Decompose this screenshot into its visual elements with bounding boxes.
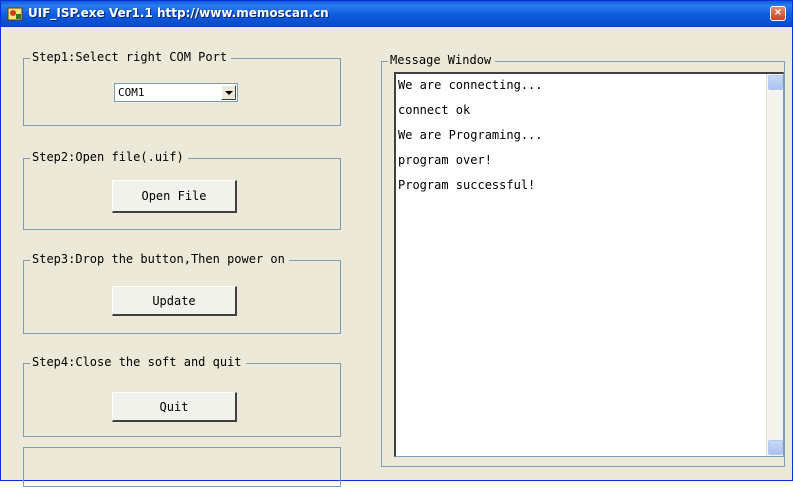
message-line: We are connecting... [398, 78, 543, 92]
message-scrollbar[interactable] [766, 74, 783, 456]
update-button[interactable]: Update [112, 286, 237, 316]
com-port-value: COM1 [118, 86, 145, 99]
app-icon [7, 7, 23, 21]
title-bar[interactable]: UIF_ISP.exe Ver1.1 http://www.memoscan.c… [1, 1, 792, 27]
com-port-select[interactable]: COM1 [114, 83, 238, 102]
close-icon: × [773, 7, 783, 18]
scroll-down-icon[interactable] [768, 440, 783, 455]
message-list[interactable]: We are connecting... connect ok We are P… [394, 72, 784, 457]
open-file-button[interactable]: Open File [112, 180, 237, 213]
client-area: Step1:Select right COM Port COM1 Step2:O… [5, 27, 788, 487]
message-line: We are Programing... [398, 128, 543, 142]
status-group [23, 447, 341, 487]
step2-legend: Step2:Open file(.uif) [30, 150, 188, 164]
chevron-down-icon [225, 91, 233, 95]
step4-group: Step4:Close the soft and quit Quit [23, 355, 341, 437]
step2-group: Step2:Open file(.uif) Open File [23, 150, 341, 230]
message-line: connect ok [398, 103, 471, 117]
message-window-legend: Message Window [388, 53, 496, 67]
com-port-dropdown-button[interactable] [221, 85, 236, 100]
message-line: Program successful! [398, 178, 536, 192]
step1-legend: Step1:Select right COM Port [30, 50, 232, 64]
step1-group: Step1:Select right COM Port COM1 [23, 50, 341, 126]
message-window-group: Message Window We are connecting... conn… [381, 53, 785, 467]
step3-legend: Step3:Drop the button,Then power on [30, 252, 289, 266]
close-button[interactable]: × [770, 6, 786, 21]
app-window: UIF_ISP.exe Ver1.1 http://www.memoscan.c… [0, 0, 793, 487]
step3-group: Step3:Drop the button,Then power on Upda… [23, 252, 341, 334]
message-line: program over! [398, 153, 492, 167]
quit-button[interactable]: Quit [112, 392, 237, 422]
window-title: UIF_ISP.exe Ver1.1 http://www.memoscan.c… [28, 6, 329, 20]
scroll-up-icon[interactable] [768, 75, 783, 90]
step4-legend: Step4:Close the soft and quit [30, 355, 246, 369]
